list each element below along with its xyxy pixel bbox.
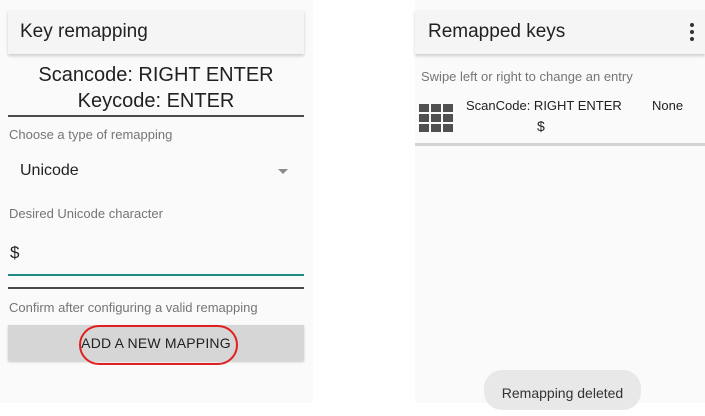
more-vertical-icon[interactable] <box>689 23 695 43</box>
divider <box>415 143 705 146</box>
entry-mapping: None <box>652 98 684 113</box>
toast-message: Remapping deleted <box>484 370 641 410</box>
entry-scancode: ScanCode: RIGHT ENTER <box>466 98 622 113</box>
divider <box>8 115 304 117</box>
keyboard-grid-icon <box>419 104 453 132</box>
page-title: Key remapping <box>20 21 148 42</box>
keycode-text: Keycode: ENTER <box>77 90 235 112</box>
remapping-type-label: Choose a type of remapping <box>9 127 173 142</box>
key-remapping-screen: Key remapping Scancode: RIGHT ENTER Keyc… <box>0 0 313 403</box>
unicode-char-label: Desired Unicode character <box>9 206 163 221</box>
remapping-type-value: Unicode <box>20 162 79 179</box>
remapping-type-dropdown[interactable]: Unicode <box>8 152 304 190</box>
swipe-hint: Swipe left or right to change an entry <box>421 69 633 84</box>
app-bar: Key remapping <box>8 10 304 54</box>
remapping-list-item[interactable]: ScanCode: RIGHT ENTER None $ <box>415 90 705 146</box>
app-bar: Remapped keys <box>415 10 705 54</box>
page-title: Remapped keys <box>428 21 566 42</box>
add-mapping-button[interactable]: ADD A NEW MAPPING <box>8 325 304 361</box>
dropdown-arrow-icon <box>278 169 288 174</box>
divider <box>8 287 304 289</box>
entry-character: $ <box>537 118 545 134</box>
scancode-text: Scancode: RIGHT ENTER <box>38 64 274 86</box>
unicode-char-input[interactable] <box>8 232 304 276</box>
remapped-keys-screen: Remapped keys Swipe left or right to cha… <box>415 0 705 410</box>
scancode-header: Scancode: RIGHT ENTER Keycode: ENTER <box>8 62 304 114</box>
confirm-hint: Confirm after configuring a valid remapp… <box>9 300 258 315</box>
